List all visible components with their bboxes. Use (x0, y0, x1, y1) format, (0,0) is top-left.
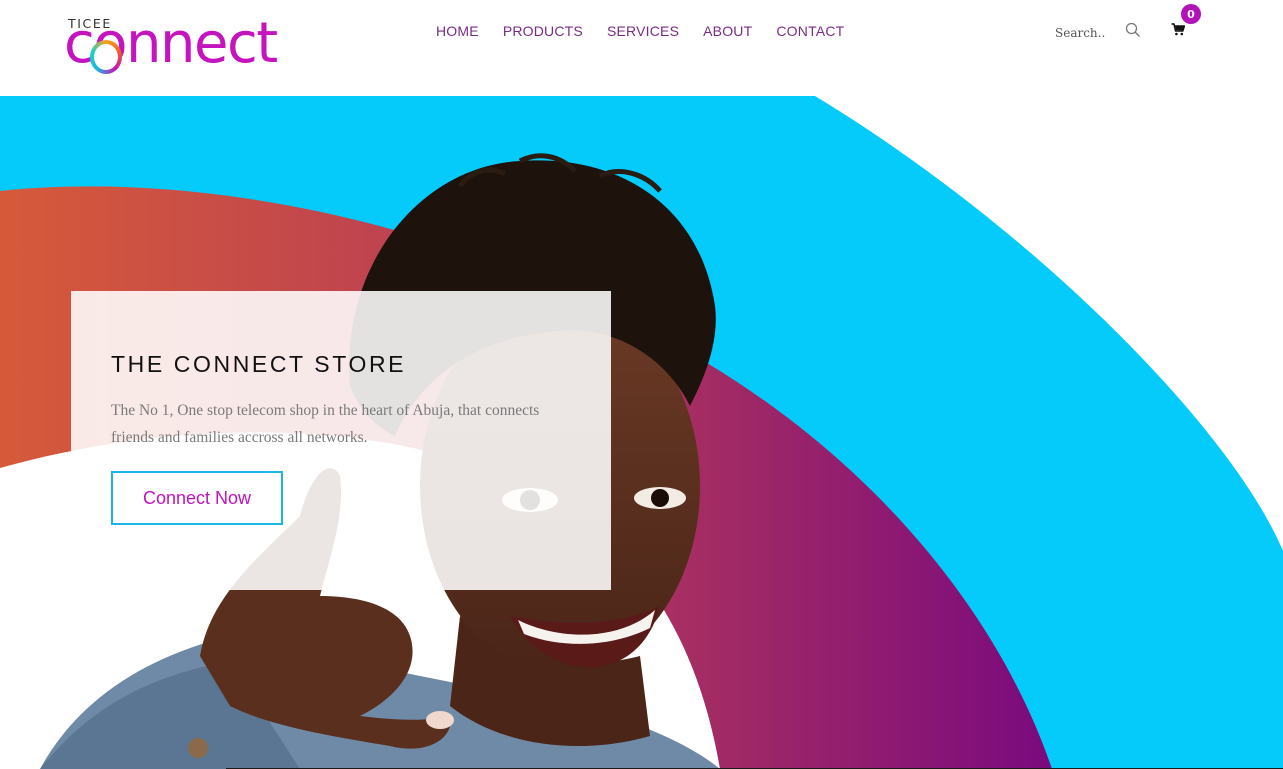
brand-logo[interactable]: TICEE connect (64, 14, 278, 76)
nav-item-about[interactable]: ABOUT (703, 23, 752, 41)
shopping-cart-icon (1171, 23, 1186, 41)
search-icon[interactable] (1125, 22, 1141, 38)
site-header: TICEE connect HOME PRODUCTS SERVICES ABO… (0, 0, 1283, 96)
search-box (1055, 22, 1147, 44)
main-nav: HOME PRODUCTS SERVICES ABOUT CONTACT (436, 23, 868, 41)
connect-now-button[interactable]: Connect Now (111, 471, 283, 525)
nav-item-products[interactable]: PRODUCTS (503, 23, 583, 41)
hero-description: The No 1, One stop telecom shop in the h… (111, 402, 540, 446)
nav-item-contact[interactable]: CONTACT (776, 23, 844, 41)
nav-item-services[interactable]: SERVICES (607, 23, 679, 41)
hero-banner: THE CONNECT STORE The No 1, One stop tel… (0, 96, 1283, 769)
nav-item-home[interactable]: HOME (436, 23, 479, 41)
hero-title: THE CONNECT STORE (111, 351, 407, 377)
search-input[interactable] (1055, 24, 1119, 42)
logo-ring-icon (90, 40, 122, 74)
hero-text-card: THE CONNECT STORE The No 1, One stop tel… (71, 291, 611, 590)
cart-count-badge: 0 (1181, 4, 1201, 24)
